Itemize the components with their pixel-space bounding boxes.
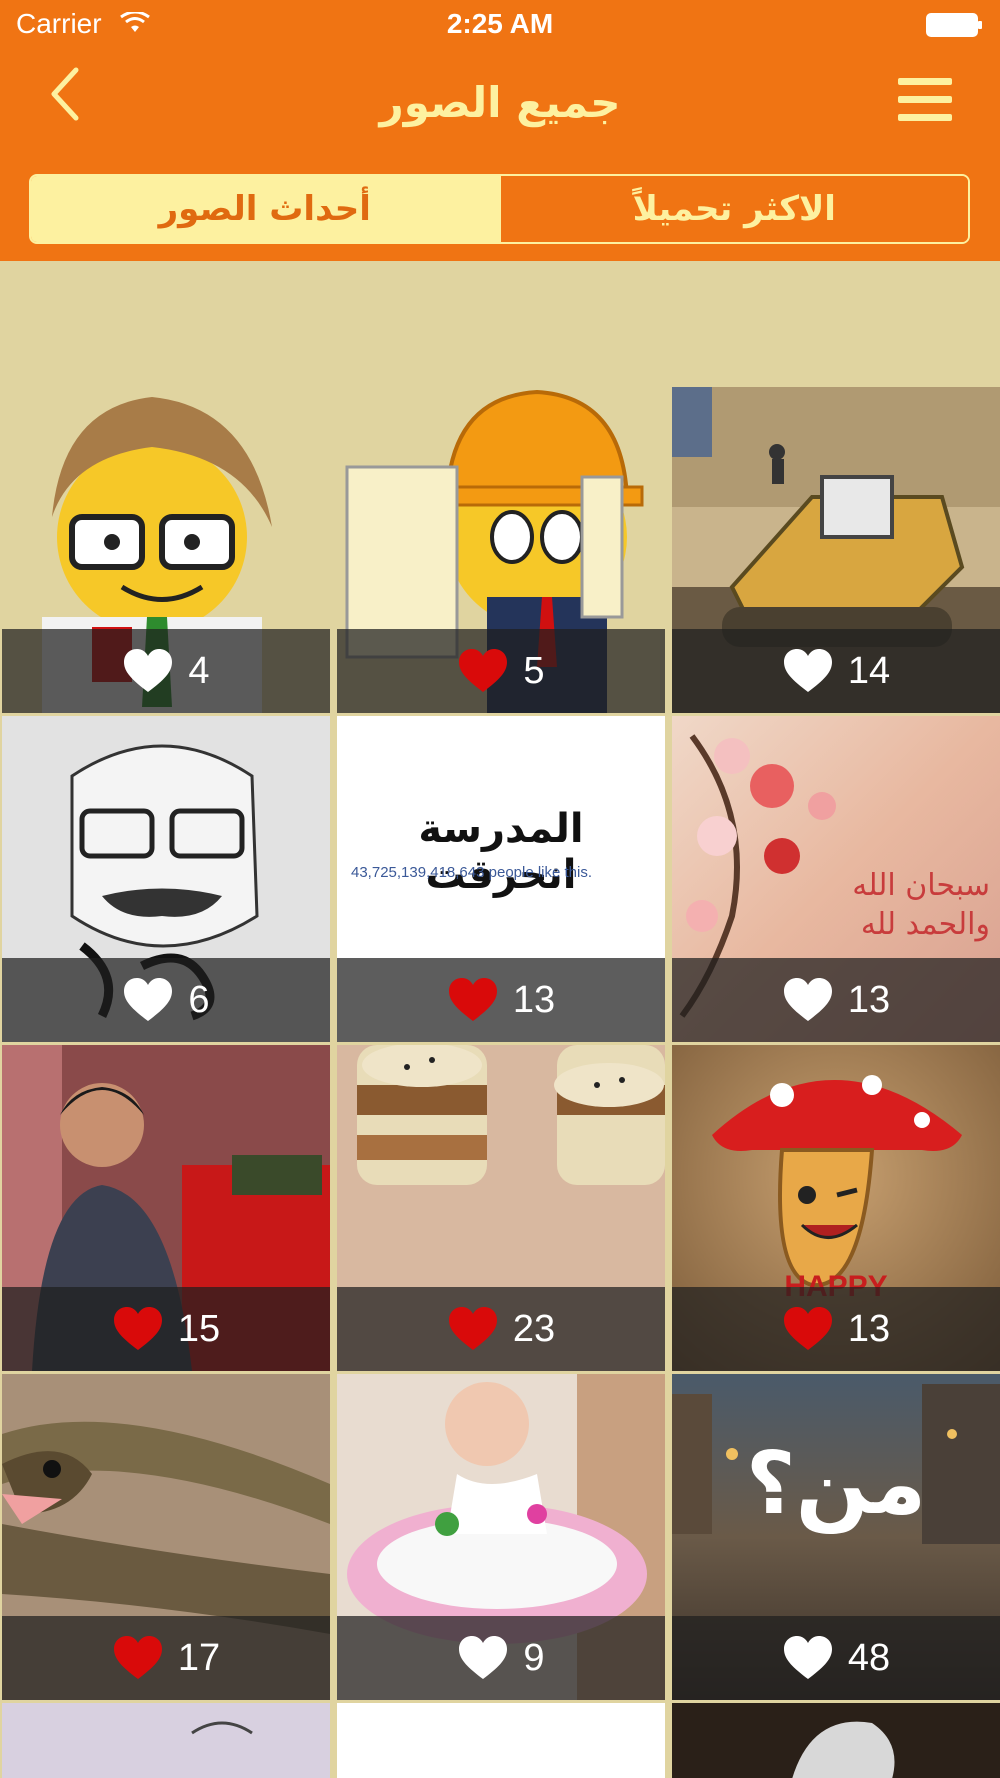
like-count: 13 bbox=[512, 978, 556, 1021]
heart-icon[interactable] bbox=[447, 977, 499, 1023]
photo-caption: المدرسة انحرقت bbox=[418, 806, 584, 898]
like-bar: 17 bbox=[2, 1616, 330, 1700]
heart-icon[interactable] bbox=[112, 1306, 164, 1352]
photo-tile[interactable]: المدرسة انحرقت 43,725,139,418,643 people… bbox=[337, 716, 665, 1042]
like-bar: 5 bbox=[337, 629, 665, 713]
like-bar: 14 bbox=[672, 629, 1000, 713]
photo-tile[interactable]: 9 bbox=[337, 1374, 665, 1700]
photo-tile[interactable] bbox=[337, 1703, 665, 1778]
app-header: Carrier 2:25 AM جميع الصور أحداث الصور ا… bbox=[0, 0, 1000, 261]
photo-tile[interactable]: 5 bbox=[337, 387, 665, 713]
photo-caption: من؟ bbox=[745, 1434, 927, 1534]
like-bar: 13 bbox=[337, 958, 665, 1042]
like-count: 13 bbox=[847, 1307, 891, 1350]
like-count: 15 bbox=[177, 1307, 221, 1350]
like-count: 4 bbox=[188, 649, 210, 692]
page-title: جميع الصور bbox=[379, 78, 621, 127]
status-time: 2:25 AM bbox=[446, 8, 554, 39]
like-bar: 4 bbox=[2, 629, 330, 713]
heart-icon[interactable] bbox=[457, 1635, 509, 1681]
like-bar: 6 bbox=[2, 958, 330, 1042]
photo-tile[interactable] bbox=[2, 1703, 330, 1778]
like-bar: 48 bbox=[672, 1616, 1000, 1700]
photo-tile[interactable]: HAPPY 13 bbox=[672, 1045, 1000, 1371]
heart-icon[interactable] bbox=[122, 648, 174, 694]
heart-icon[interactable] bbox=[782, 977, 834, 1023]
battery-icon bbox=[926, 13, 982, 37]
photo-tile[interactable]: 17 bbox=[2, 1374, 330, 1700]
heart-icon[interactable] bbox=[122, 977, 174, 1023]
tab-most-downloaded[interactable]: الاكثر تحميلاً bbox=[498, 176, 968, 242]
like-bar: 15 bbox=[2, 1287, 330, 1371]
photo-tile[interactable]: 15 bbox=[2, 1045, 330, 1371]
heart-icon[interactable] bbox=[782, 1306, 834, 1352]
photo-thumbnail bbox=[2, 1703, 330, 1778]
like-bar: 9 bbox=[337, 1616, 665, 1700]
photo-tile[interactable] bbox=[672, 1703, 1000, 1778]
photo-caption: سبحان الله والحمد لله bbox=[852, 868, 990, 942]
like-bar: 13 bbox=[672, 958, 1000, 1042]
like-count: 23 bbox=[512, 1307, 556, 1350]
like-count: 17 bbox=[177, 1636, 221, 1679]
like-count: 6 bbox=[188, 978, 210, 1021]
photo-tile[interactable]: 6 bbox=[2, 716, 330, 1042]
like-bar: 13 bbox=[672, 1287, 1000, 1371]
photo-tile[interactable]: من؟ 48 bbox=[672, 1374, 1000, 1700]
heart-icon[interactable] bbox=[782, 1635, 834, 1681]
like-count: 13 bbox=[847, 978, 891, 1021]
photo-caption-likes: 43,725,139,418,643 people like this. bbox=[351, 864, 593, 881]
status-bar: Carrier 2:25 AM bbox=[0, 0, 1000, 50]
like-count: 48 bbox=[847, 1636, 891, 1679]
hamburger-menu-icon[interactable] bbox=[898, 78, 952, 122]
like-bar: 23 bbox=[337, 1287, 665, 1371]
heart-icon[interactable] bbox=[447, 1306, 499, 1352]
heart-icon[interactable] bbox=[457, 648, 509, 694]
heart-icon[interactable] bbox=[112, 1635, 164, 1681]
heart-icon[interactable] bbox=[782, 648, 834, 694]
like-count: 9 bbox=[523, 1636, 545, 1679]
like-count: 14 bbox=[847, 649, 891, 692]
photo-tile[interactable]: سبحان الله والحمد لله 13 bbox=[672, 716, 1000, 1042]
like-count: 5 bbox=[523, 649, 545, 692]
photo-tile[interactable]: 14 bbox=[672, 387, 1000, 713]
photo-tile[interactable]: 4 bbox=[2, 387, 330, 713]
photo-thumbnail bbox=[672, 1703, 1000, 1778]
photo-tile[interactable]: 23 bbox=[337, 1045, 665, 1371]
segmented-control: أحداث الصور الاكثر تحميلاً bbox=[29, 174, 970, 244]
tab-photo-events[interactable]: أحداث الصور bbox=[31, 176, 499, 242]
